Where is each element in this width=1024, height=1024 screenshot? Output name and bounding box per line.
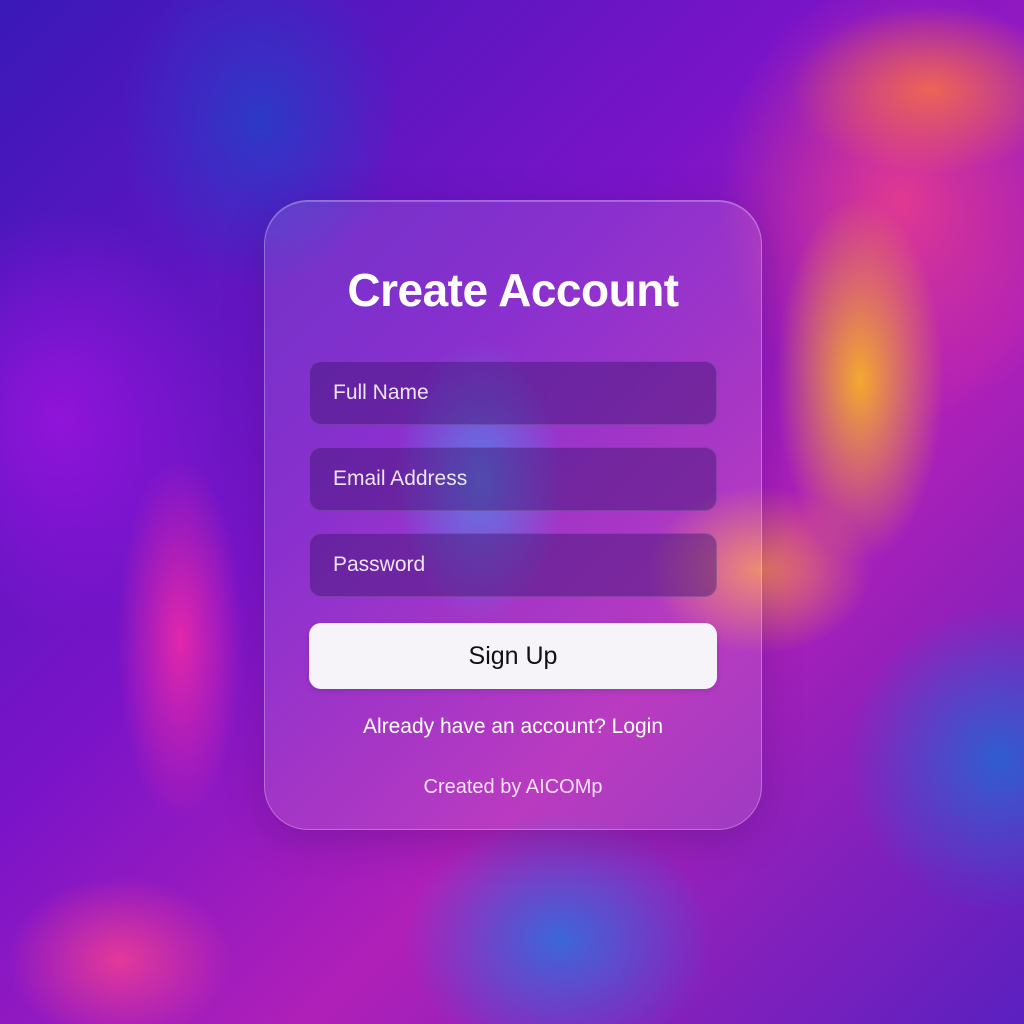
email-input[interactable]: Email Address	[309, 447, 717, 511]
sign-up-label: Sign Up	[468, 641, 558, 670]
full-name-input[interactable]: Full Name	[309, 361, 717, 425]
page-title: Create Account	[347, 264, 679, 316]
login-prompt-text: Already have an account?	[362, 715, 606, 738]
login-prompt-line: Already have an account? Login	[265, 715, 761, 739]
full-name-placeholder: Full Name	[333, 381, 429, 404]
email-placeholder: Email Address	[333, 467, 468, 490]
password-input[interactable]: Password	[309, 533, 717, 597]
sign-up-button[interactable]: Sign Up	[309, 623, 717, 689]
credit-text: Created by AICOMp	[423, 776, 603, 798]
password-placeholder: Password	[333, 553, 426, 576]
login-link[interactable]: Login	[612, 715, 663, 738]
signup-card: Create Account Full Name Email Address P…	[264, 200, 762, 830]
